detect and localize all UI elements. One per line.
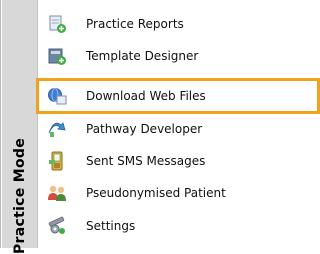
pathway-developer-icon xyxy=(38,113,76,144)
menu-item-label: Pseudonymised Patient xyxy=(86,185,226,200)
menu-item-pseudonymised-patient[interactable]: Pseudonymised Patient xyxy=(38,177,268,208)
menu-item-label: Template Designer xyxy=(86,48,199,63)
template-designer-icon xyxy=(38,40,76,71)
menu-item-template-designer[interactable]: Template Designer xyxy=(38,40,268,71)
practice-menu: Practice Reports Template Designer Downl… xyxy=(36,0,320,248)
menu-item-pathway-developer[interactable]: Pathway Developer xyxy=(38,113,268,144)
mode-bar[interactable]: Practice Mode xyxy=(2,0,38,254)
practice-mode-panel: Practice Mode Practice Reports Template … xyxy=(0,0,320,254)
settings-icon xyxy=(38,210,76,241)
menu-item-practice-reports[interactable]: Practice Reports xyxy=(38,8,268,39)
menu-item-sent-sms-messages[interactable]: Sent SMS Messages xyxy=(38,145,268,176)
highlight-box xyxy=(36,78,320,114)
menu-item-settings[interactable]: Settings xyxy=(38,210,268,241)
sms-messages-icon xyxy=(38,145,76,176)
practice-reports-icon xyxy=(38,8,76,39)
menu-item-label: Settings xyxy=(86,218,136,233)
menu-item-label: Sent SMS Messages xyxy=(86,153,206,168)
menu-item-label: Practice Reports xyxy=(86,16,184,31)
menu-item-label: Pathway Developer xyxy=(86,121,203,136)
mode-label: Practice Mode xyxy=(12,137,28,254)
pseudonymised-patient-icon xyxy=(38,177,76,208)
